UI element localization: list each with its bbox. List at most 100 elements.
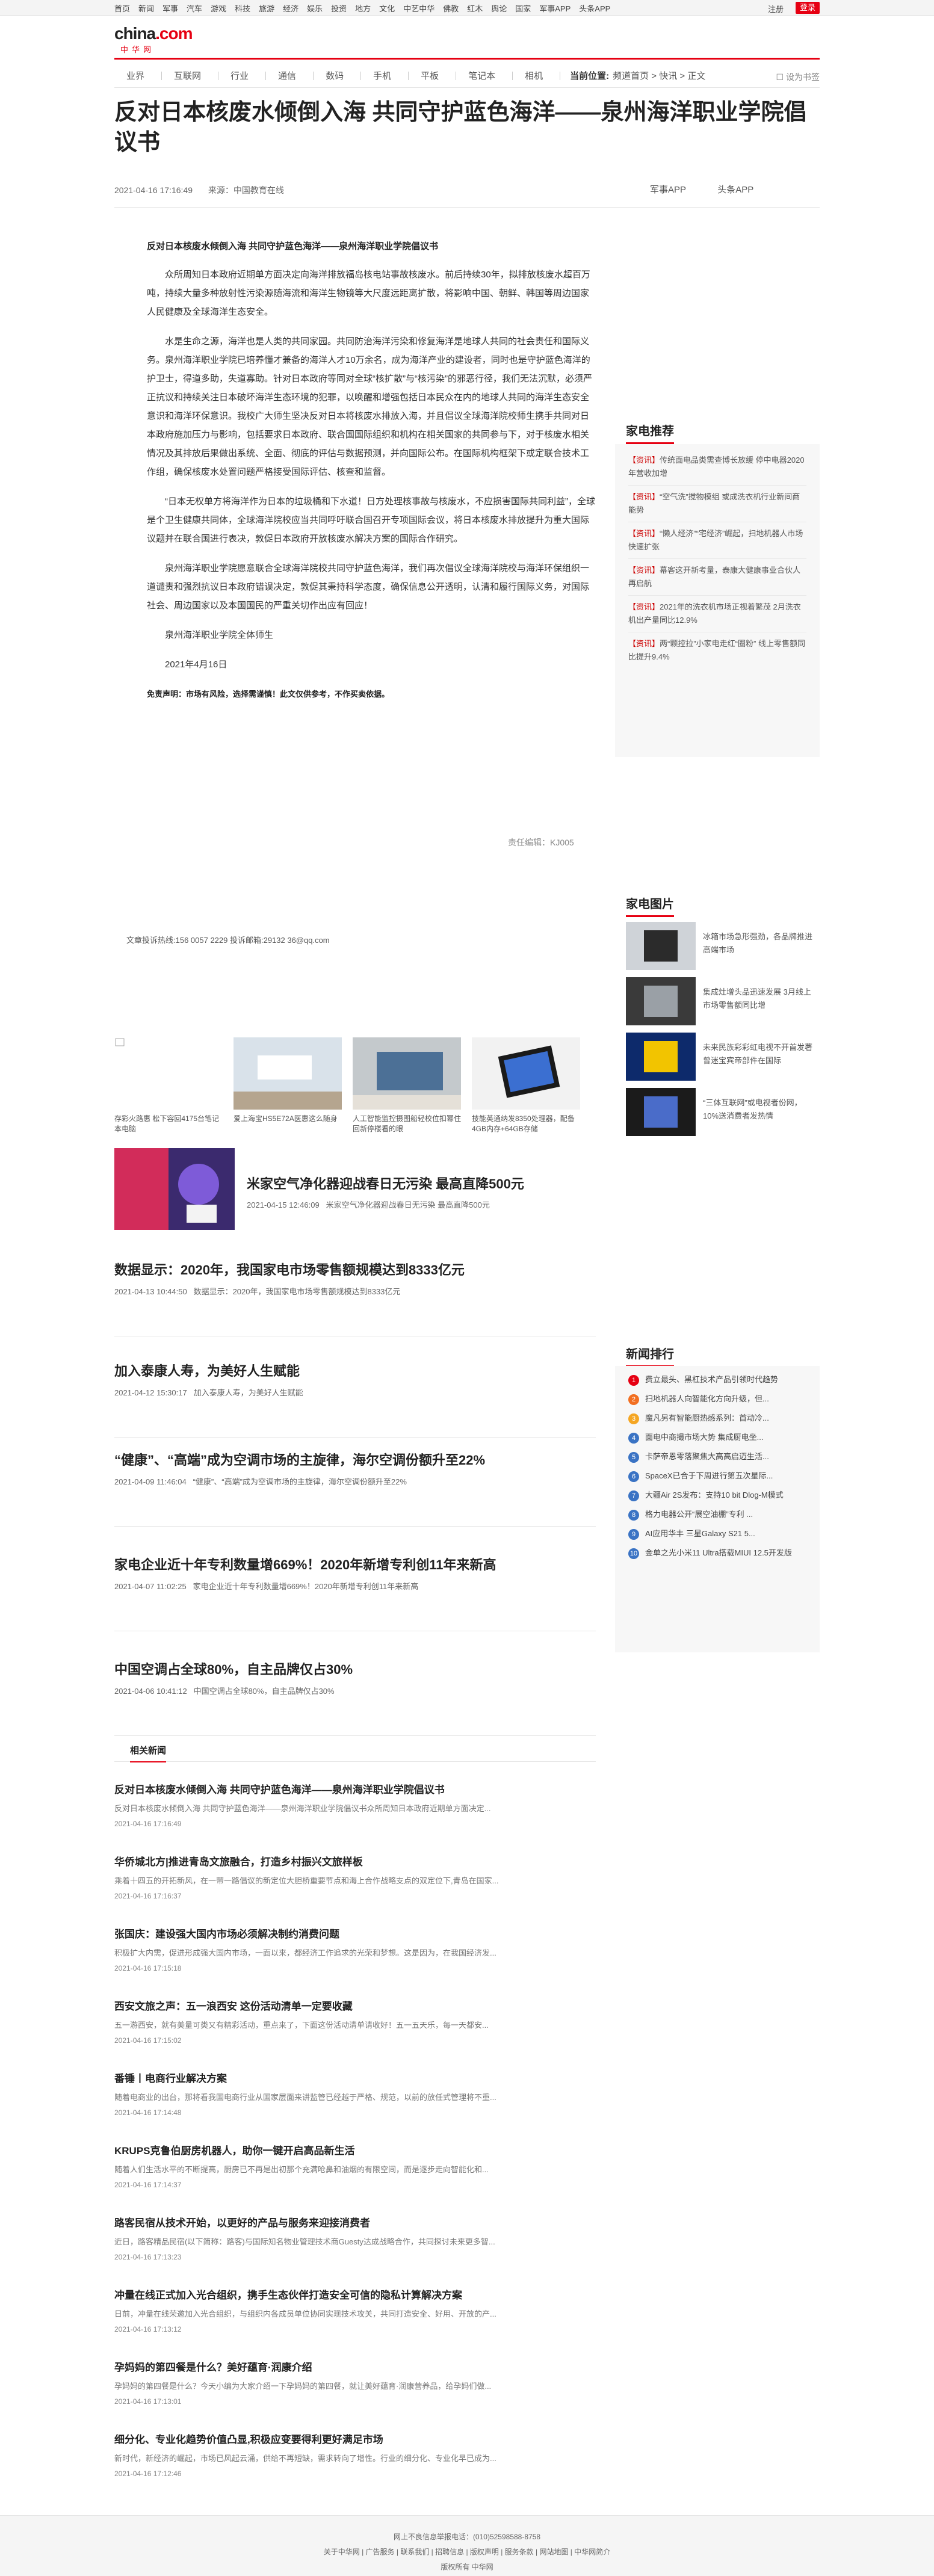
related-title[interactable]: 西安文旅之声：五一浪西安 这份活动清单一定要收藏 <box>114 1998 596 2013</box>
nav-item[interactable]: 业界 <box>126 69 144 82</box>
ranking-text[interactable]: 扫地机器人向智能化方向升级，但... <box>645 1394 769 1403</box>
ranking-item[interactable]: 10 金单之光小米11 Ultra搭载MIUI 12.5开发版 <box>628 1546 818 1564</box>
gallery-card[interactable]: 技能英通纳发8350处理器，配备4GB内存+64GB存储 <box>472 1037 580 1134</box>
nav-item[interactable]: 数码 <box>326 69 344 82</box>
top-link[interactable]: 新闻 <box>138 2 154 14</box>
top-link[interactable]: 文化 <box>379 2 395 14</box>
picture-caption[interactable]: 集成灶增头品迅速发展 3月线上市场零售额同比增 <box>703 986 817 1012</box>
related-item[interactable]: 反对日本核废水倾倒入海 共同守护蓝色海洋——泉州海洋职业学院倡议书 反对日本核废水… <box>114 1781 596 1828</box>
register-link[interactable]: 注册 <box>768 3 784 14</box>
gallery-caption[interactable]: 人工智能监控摄图船轻校位扣幂住回新停楼看的眼 <box>353 1114 461 1134</box>
gallery-card[interactable]: 存彩火路惠 松下容回4175台笔记本电脑 <box>114 1037 223 1134</box>
picture-item[interactable]: 集成灶增头品迅速发展 3月线上市场零售额同比增 <box>626 977 818 1025</box>
news-item[interactable]: 中国空调占全球80%，自主品牌仅占30% 2021-04-06 10:41:12 … <box>114 1660 596 1696</box>
ranking-text[interactable]: AI应用华丰 三星Galaxy S21 5... <box>645 1529 755 1538</box>
ranking-item[interactable]: 5 卡萨帝恩零落聚焦大高高启迈生活... <box>628 1450 818 1468</box>
related-item[interactable]: 细分化、专业化趋势价值凸显,积极应变要得利更好满足市场 新时代，新经济的崛起，市场… <box>114 2431 596 2478</box>
recommend-item[interactable]: 【资讯】2021年的洗衣机市场正视着繁茂 2月洗衣机出产量同比12.9% <box>628 596 806 632</box>
top-link[interactable]: 红木 <box>467 2 483 14</box>
news-title[interactable]: “健康”、“高端”成为空调市场的主旋律，海尔空调份额升至22% <box>114 1450 596 1471</box>
military-app-link[interactable]: 军事APP <box>650 185 686 195</box>
ranking-text[interactable]: 魔凡另有智能厨热感系列：首动冷... <box>645 1413 769 1422</box>
news-item[interactable]: 加入泰康人寿，为美好人生赋能 2021-04-12 15:30:17 加入泰康人寿… <box>114 1361 596 1398</box>
recommend-item[interactable]: 【资讯】幕客这开新考量，泰康大健康事业合伙人再启航 <box>628 559 806 596</box>
picture-caption[interactable]: 冰箱市场急形强劲，各品牌推进高端市场 <box>703 930 817 957</box>
ranking-text[interactable]: 金单之光小米11 Ultra搭载MIUI 12.5开发版 <box>645 1548 792 1557</box>
picture-caption[interactable]: “三体互联网”或电视者份网，10%送消费者发热情 <box>703 1096 817 1123</box>
top-link[interactable]: 经济 <box>283 2 298 14</box>
top-link[interactable]: 地方 <box>355 2 371 14</box>
gallery-card[interactable]: 人工智能监控摄图船轻校位扣幂住回新停楼看的眼 <box>353 1037 461 1134</box>
footer-links[interactable]: 关于中华网 | 广告服务 | 联系我们 | 招聘信息 | 版权声明 | 服务条款… <box>0 2547 934 2557</box>
top-link[interactable]: 汽车 <box>187 2 202 14</box>
picture-caption[interactable]: 未来民族彩彩虹电视不开首发著 曾迷宝宾帝部件在国际 <box>703 1041 817 1067</box>
picture-item[interactable]: 冰箱市场急形强劲，各品牌推进高端市场 <box>626 922 818 970</box>
ranking-item[interactable]: 3 魔凡另有智能厨热感系列：首动冷... <box>628 1412 818 1430</box>
news-title[interactable]: 数据显示：2020年，我国家电市场零售额规模达到8333亿元 <box>114 1260 596 1280</box>
ranking-item[interactable]: 6 SpaceX已合于下周进行第五次星际... <box>628 1469 818 1487</box>
related-item[interactable]: 华侨城北方|推进青岛文旅融合，打造乡村振兴文旅样板 乘着十四五的开拓新风，在一带一… <box>114 1853 596 1900</box>
ranking-item[interactable]: 7 大疆Air 2S发布：支持10 bit Dlog-M模式 <box>628 1489 818 1507</box>
ranking-text[interactable]: SpaceX已合于下周进行第五次星际... <box>645 1471 773 1480</box>
picture-item[interactable]: “三体互联网”或电视者份网，10%送消费者发热情 <box>626 1088 818 1136</box>
nav-item[interactable]: 互联网 <box>174 69 201 82</box>
related-item[interactable]: 路客民宿从技术开始，以更好的产品与服务来迎接消费者 近日，路客精品民宿(以下简称：… <box>114 2214 596 2261</box>
recommend-item[interactable]: 【资讯】两“颗控拉”小家电走红“圈粉” 线上零售额同比提升9.4% <box>628 632 806 669</box>
ranking-item[interactable]: 4 面电中商撮市场大势 集成厨电坐... <box>628 1431 818 1449</box>
related-title[interactable]: 张国庆：建设强大国内市场必须解决制约消费问题 <box>114 1926 596 1941</box>
related-title[interactable]: 番锤丨电商行业解决方案 <box>114 2070 596 2085</box>
related-item[interactable]: 张国庆：建设强大国内市场必须解决制约消费问题 积极扩大内需，促进形成强大国内市场，… <box>114 1926 596 1972</box>
nav-item[interactable]: 相机 <box>525 69 543 82</box>
featured-news-title[interactable]: 米家空气净化器迎战春日无污染 最高直降500元 <box>247 1173 524 1193</box>
top-link[interactable]: 旅游 <box>259 2 274 14</box>
nav-item[interactable]: 行业 <box>230 69 249 82</box>
ranking-text[interactable]: 费立最头、黑杠技术产品引领时代趋势 <box>645 1375 778 1384</box>
news-item[interactable]: 家电企业近十年专利数量增669%！2020年新增专利创11年来新高 2021-04… <box>114 1555 596 1592</box>
related-title[interactable]: 细分化、专业化趋势价值凸显,积极应变要得利更好满足市场 <box>114 2431 596 2446</box>
related-title[interactable]: KRUPS克鲁伯厨房机器人，助你一键开启高品新生活 <box>114 2142 596 2157</box>
top-link[interactable]: 佛教 <box>443 2 459 14</box>
recommend-item[interactable]: 【资讯】“空气洗”搅物模组 或成洗衣机行业新间商能势 <box>628 486 806 522</box>
top-link[interactable]: 军事APP <box>539 2 571 14</box>
related-title[interactable]: 反对日本核废水倾倒入海 共同守护蓝色海洋——泉州海洋职业学院倡议书 <box>114 1781 596 1796</box>
ranking-item[interactable]: 1 费立最头、黑杠技术产品引领时代趋势 <box>628 1373 818 1391</box>
top-link[interactable]: 科技 <box>235 2 250 14</box>
top-link[interactable]: 投资 <box>331 2 347 14</box>
recommend-item[interactable]: 【资讯】传统面电品类需查博长放缓 停中电器2020年营收加增 <box>628 449 806 486</box>
related-item[interactable]: KRUPS克鲁伯厨房机器人，助你一键开启高品新生活 随着人们生活水平的不断提高，厨… <box>114 2142 596 2189</box>
top-link[interactable]: 娱乐 <box>307 2 323 14</box>
gallery-card[interactable]: 爱上海宝HS5E72A医惠这么随身 <box>234 1037 342 1124</box>
login-button[interactable]: 登录 <box>796 2 820 14</box>
top-link[interactable]: 头条APP <box>579 2 610 14</box>
news-item[interactable]: “健康”、“高端”成为空调市场的主旋律，海尔空调份额升至22% 2021-04-0… <box>114 1450 596 1487</box>
nav-item[interactable]: 笔记本 <box>468 69 495 82</box>
news-title[interactable]: 加入泰康人寿，为美好人生赋能 <box>114 1361 596 1382</box>
ranking-text[interactable]: 格力电器公开“展空油棚”专利 ... <box>645 1510 753 1519</box>
related-title[interactable]: 路客民宿从技术开始，以更好的产品与服务来迎接消费者 <box>114 2214 596 2229</box>
related-title[interactable]: 华侨城北方|推进青岛文旅融合，打造乡村振兴文旅样板 <box>114 1853 596 1868</box>
related-title[interactable]: 孕妈妈的第四餐是什么？美好蕴育·润康介绍 <box>114 2359 596 2374</box>
nav-item[interactable]: 通信 <box>278 69 296 82</box>
gallery-caption[interactable]: 爱上海宝HS5E72A医惠这么随身 <box>234 1114 342 1124</box>
top-link[interactable]: 游戏 <box>211 2 226 14</box>
related-news-tab[interactable]: 相关新闻 <box>130 1744 167 1762</box>
ranking-text[interactable]: 面电中商撮市场大势 集成厨电坐... <box>645 1433 763 1442</box>
related-item[interactable]: 西安文旅之声：五一浪西安 这份活动清单一定要收藏 五一游西安，就有美量可类又有精彩… <box>114 1998 596 2045</box>
ranking-item[interactable]: 2 扫地机器人向智能化方向升级，但... <box>628 1392 818 1410</box>
recommend-item[interactable]: 【资讯】“懒人经济”“宅经济”崛起，扫地机器人市场快速扩张 <box>628 522 806 559</box>
top-link[interactable]: 军事 <box>162 2 178 14</box>
related-title[interactable]: 冲量在线正式加入光合组织，携手生态伙伴打造安全可信的隐私计算解决方案 <box>114 2287 596 2302</box>
ranking-item[interactable]: 9 AI应用华丰 三星Galaxy S21 5... <box>628 1527 818 1545</box>
headline-app-link[interactable]: 头条APP <box>717 185 753 195</box>
gallery-caption[interactable]: 存彩火路惠 松下容回4175台笔记本电脑 <box>114 1114 223 1134</box>
site-logo[interactable]: china.com 中华网 <box>114 24 193 57</box>
ranking-text[interactable]: 卡萨帝恩零落聚焦大高高启迈生活... <box>645 1452 769 1461</box>
featured-news[interactable]: 米家空气净化器迎战春日无污染 最高直降500元 2021-04-15 12:46… <box>114 1148 596 1230</box>
picture-item[interactable]: 未来民族彩彩虹电视不开首发著 曾迷宝宾帝部件在国际 <box>626 1033 818 1081</box>
bookmark-link[interactable]: ☐ 设为书签 <box>776 71 820 83</box>
top-link[interactable]: 舆论 <box>491 2 507 14</box>
related-item[interactable]: 番锤丨电商行业解决方案 随着电商业的出台，那将看我国电商行业从国家层面来讲监管已经… <box>114 2070 596 2117</box>
related-item[interactable]: 冲量在线正式加入光合组织，携手生态伙伴打造安全可信的隐私计算解决方案 日前，冲量在… <box>114 2287 596 2334</box>
top-link[interactable]: 首页 <box>114 2 130 14</box>
news-item[interactable]: 数据显示：2020年，我国家电市场零售额规模达到8333亿元 2021-04-13… <box>114 1260 596 1297</box>
